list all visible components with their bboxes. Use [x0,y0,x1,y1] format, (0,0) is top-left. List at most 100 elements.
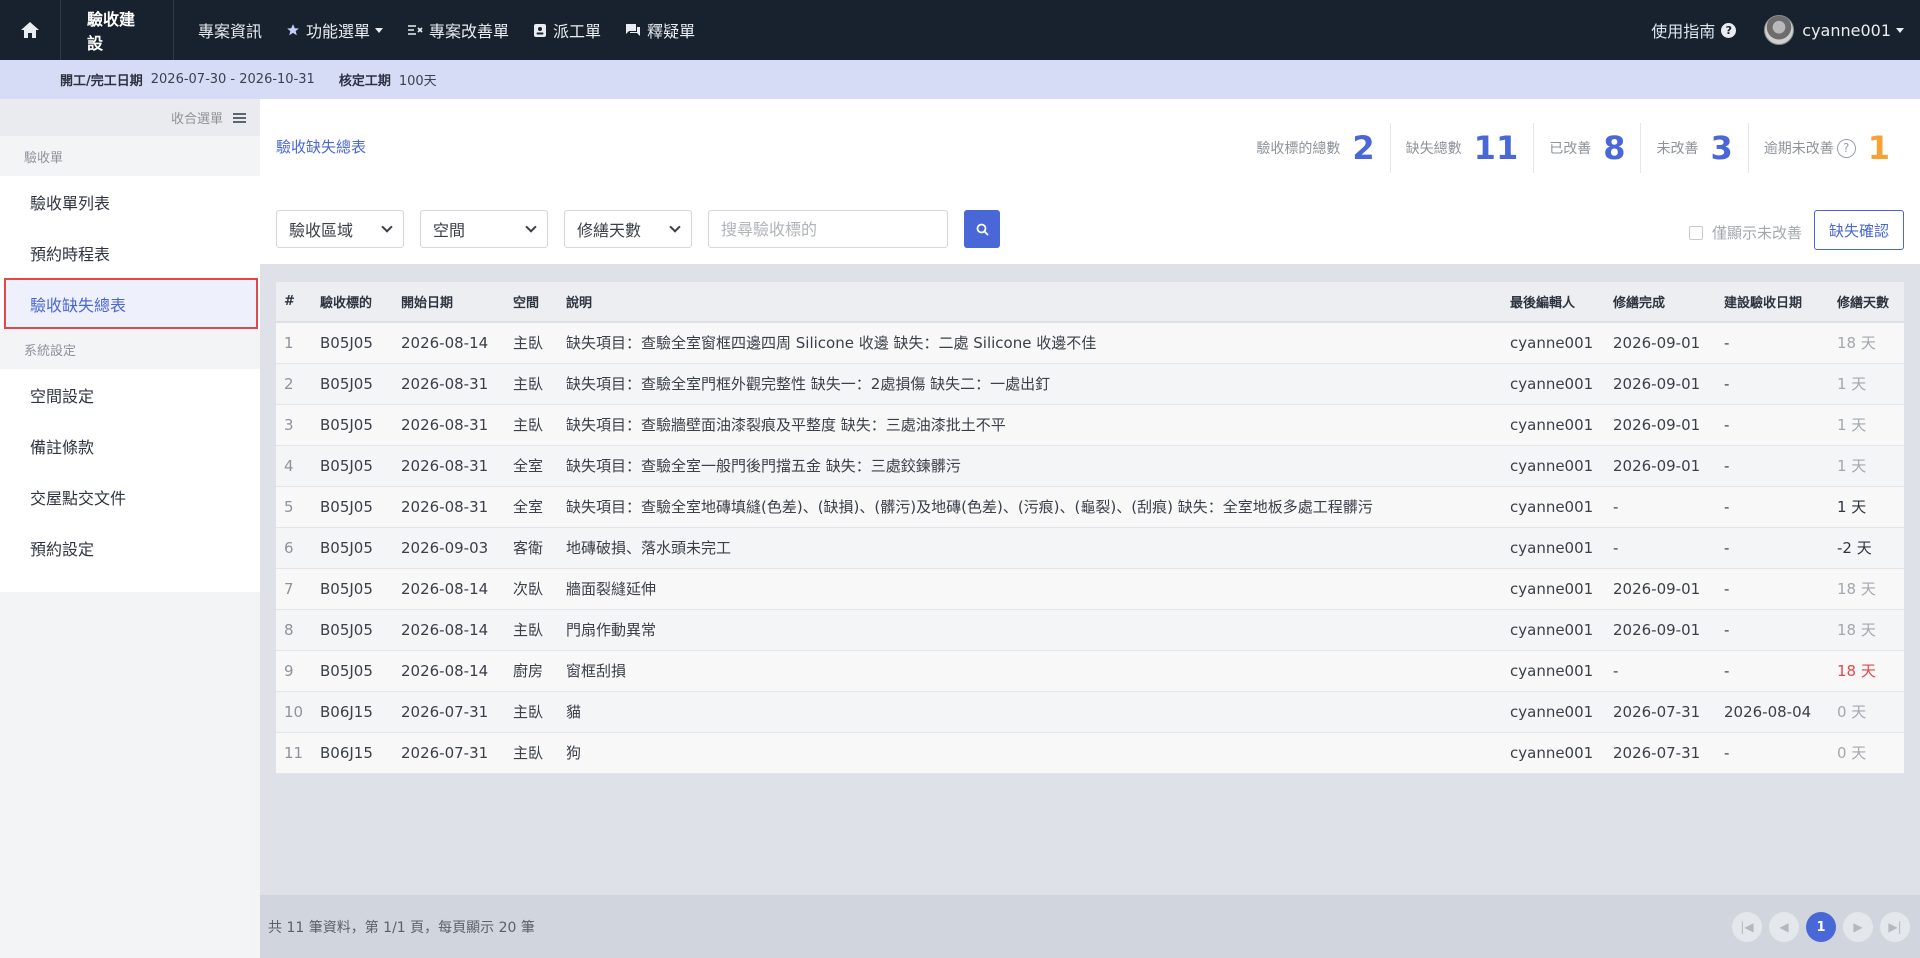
last-page-button[interactable]: ▶| [1880,912,1910,942]
only-unfixed-checkbox[interactable] [1688,225,1703,240]
defect-table-body: 1 B05J05 2026-08-14 主臥 缺失項目：查驗全室窗框四邊四周 Silic… [276,322,1904,774]
sidebar-item-schedule[interactable]: 預約時程表 [0,227,260,278]
table-row[interactable]: 5 B05J05 2026-08-31 全室 缺失項目：查驗全室地磚填縫(色差)、(缺損… [276,486,1904,528]
cell-last-editor: cyanne001 [1502,527,1605,569]
table-row[interactable]: 4 B05J05 2026-08-31 全室 缺失項目：查驗全室一般門後門擋五金 缺失：… [276,445,1904,487]
col-header-index: # [276,282,312,323]
user-guide-link[interactable]: 使用指南 ? [1651,18,1737,42]
brand-label[interactable]: 驗收建設 [61,0,174,60]
sidebar-item-handover-docs[interactable]: 交屋點交文件 [0,471,260,522]
badge-icon [533,23,547,38]
cell-space: 全室 [505,486,558,528]
cell-target: B05J05 [312,650,393,692]
cell-description: 缺失項目：查驗全室一般門後門擋五金 缺失：三處鉸鍊髒污 [558,445,1502,487]
cell-repair-done: 2026-07-31 [1605,732,1716,774]
cell-builder-accept-date: - [1716,609,1829,651]
sidebar-item-space-settings[interactable]: 空間設定 [0,369,260,420]
col-header-builder-accept-date: 建設驗收日期 [1716,282,1829,323]
cell-index: 2 [276,363,312,405]
cell-start-date: 2026-08-31 [393,445,505,487]
next-page-button[interactable]: ▶ [1843,912,1873,942]
nav-dispatch[interactable]: 派工單 [509,0,601,60]
nav-function-menu[interactable]: 功能選單 [262,0,384,60]
help-circle-icon[interactable]: ? [1836,138,1856,158]
cell-index: 10 [276,691,312,733]
defect-table-container: # 驗收標的 開始日期 空間 說明 最後編輯人 修繕完成 建設驗收日期 修繕天數… [276,282,1904,774]
page-title: 驗收缺失總表 [276,138,367,156]
search-input[interactable] [708,210,948,248]
cell-last-editor: cyanne001 [1502,322,1605,364]
improve-list-icon [407,23,423,37]
space-select-value: 空間 [433,221,466,240]
col-header-start-date: 開始日期 [393,282,505,323]
cell-target: B06J15 [312,732,393,774]
cell-target: B05J05 [312,363,393,405]
summary-header: 驗收缺失總表 驗收標的總數 2 缺失總數 11 已改善 8 未改善 3 逾期未改… [260,99,1920,194]
table-row[interactable]: 6 B05J05 2026-09-03 客衛 地磚破損、落水頭未完工 cyanne001-… [276,527,1904,569]
defect-confirm-button[interactable]: 缺失確認 [1814,210,1904,250]
cell-target: B05J05 [312,322,393,364]
nav-project-info[interactable]: 專案資訊 [174,0,262,60]
cell-start-date: 2026-08-31 [393,404,505,446]
space-select[interactable]: 空間 [420,210,548,248]
cell-last-editor: cyanne001 [1502,732,1605,774]
cell-builder-accept-date: - [1716,732,1829,774]
table-row[interactable]: 8 B05J05 2026-08-14 主臥 門扇作動異常 cyanne001 2026-0… [276,609,1904,651]
table-row[interactable]: 7 B05J05 2026-08-14 次臥 牆面裂縫延伸 cyanne001 2026-0… [276,568,1904,610]
table-row[interactable]: 9 B05J05 2026-08-14 廚房 窗框刮損 cyanne001- -18 天 [276,650,1904,692]
cell-repair-days: 18 天 [1829,650,1904,692]
stat-unfixed: 未改善 3 [1640,123,1747,173]
repair-days-select[interactable]: 修繕天數 [564,210,692,248]
home-button[interactable] [0,0,61,60]
sidebar-item-booking-settings[interactable]: 預約設定 [0,522,260,573]
chat-icon [625,23,641,37]
cell-index: 6 [276,527,312,569]
cell-repair-done: 2026-07-31 [1605,691,1716,733]
filter-bar: 驗收區域 空間 修繕天數 僅顯示未改善 缺失確認 [260,194,1920,264]
cell-space: 廚房 [505,650,558,692]
collapse-menu-button[interactable]: 收合選單 [0,99,260,136]
cell-space: 主臥 [505,404,558,446]
sidebar-item-acceptance-list[interactable]: 驗收單列表 [0,176,260,227]
nav-improve-list[interactable]: 專案改善單 [383,0,509,60]
cell-repair-days: 1 天 [1829,445,1904,487]
cell-last-editor: cyanne001 [1502,568,1605,610]
stats-bar: 驗收標的總數 2 缺失總數 11 已改善 8 未改善 3 逾期未改善? 1 [1241,123,1920,173]
pagination-summary: 共 11 筆資料，第 1/1 頁，每頁顯示 20 筆 [268,919,535,936]
cell-index: 1 [276,322,312,364]
sidebar-item-defect-summary[interactable]: 驗收缺失總表 [4,278,258,329]
cell-repair-done: 2026-09-01 [1605,363,1716,405]
caret-down-icon [1896,27,1904,33]
col-header-repair-done: 修繕完成 [1605,282,1716,323]
nav-project-info-label: 專案資訊 [198,22,263,41]
stat-overdue: 逾期未改善? 1 [1747,123,1920,173]
top-navbar: 驗收建設 專案資訊 功能選單 專案改善單 派工單 釋疑單 使用指南 ? cyan… [0,0,1920,60]
table-row[interactable]: 11 B06J15 2026-07-31 主臥狗 cyanne001 2026-07-31… [276,732,1904,774]
question-icon: ? [1721,22,1737,38]
table-row[interactable]: 3 B05J05 2026-08-31 主臥 缺失項目：查驗牆壁面油漆裂痕及平整度 缺失… [276,404,1904,446]
cell-start-date: 2026-07-31 [393,732,505,774]
cell-repair-done: - [1605,486,1716,528]
user-menu[interactable]: cyanne001 [1764,15,1904,45]
stat-overdue-value: 1 [1867,129,1890,167]
prev-page-button[interactable]: ◀ [1769,912,1799,942]
cell-repair-done: - [1605,650,1716,692]
col-header-last-editor: 最後編輯人 [1502,282,1605,323]
table-row[interactable]: 1 B05J05 2026-08-14 主臥 缺失項目：查驗全室窗框四邊四周 Silic… [276,322,1904,364]
cell-repair-days: 18 天 [1829,568,1904,610]
search-button[interactable] [964,210,1000,248]
cell-repair-done: 2026-09-01 [1605,322,1716,364]
col-header-repair-days: 修繕天數 [1829,282,1904,323]
nav-dispatch-label: 派工單 [553,22,602,41]
only-unfixed-toggle[interactable]: 僅顯示未改善 [1688,222,1802,243]
only-unfixed-label: 僅顯示未改善 [1711,224,1802,242]
table-row[interactable]: 2 B05J05 2026-08-31 主臥 缺失項目：查驗全室門框外觀完整性 缺失一：… [276,363,1904,405]
sidebar-item-remarks[interactable]: 備註條款 [0,420,260,471]
first-page-button[interactable]: |◀ [1732,912,1762,942]
area-select[interactable]: 驗收區域 [276,210,404,248]
page-number-button[interactable]: 1 [1806,912,1836,942]
cell-repair-done: - [1605,527,1716,569]
cell-index: 7 [276,568,312,610]
table-row[interactable]: 10 B06J15 2026-07-31 主臥貓 cyanne001 2026-07-31… [276,691,1904,733]
nav-clarify[interactable]: 釋疑單 [601,0,695,60]
